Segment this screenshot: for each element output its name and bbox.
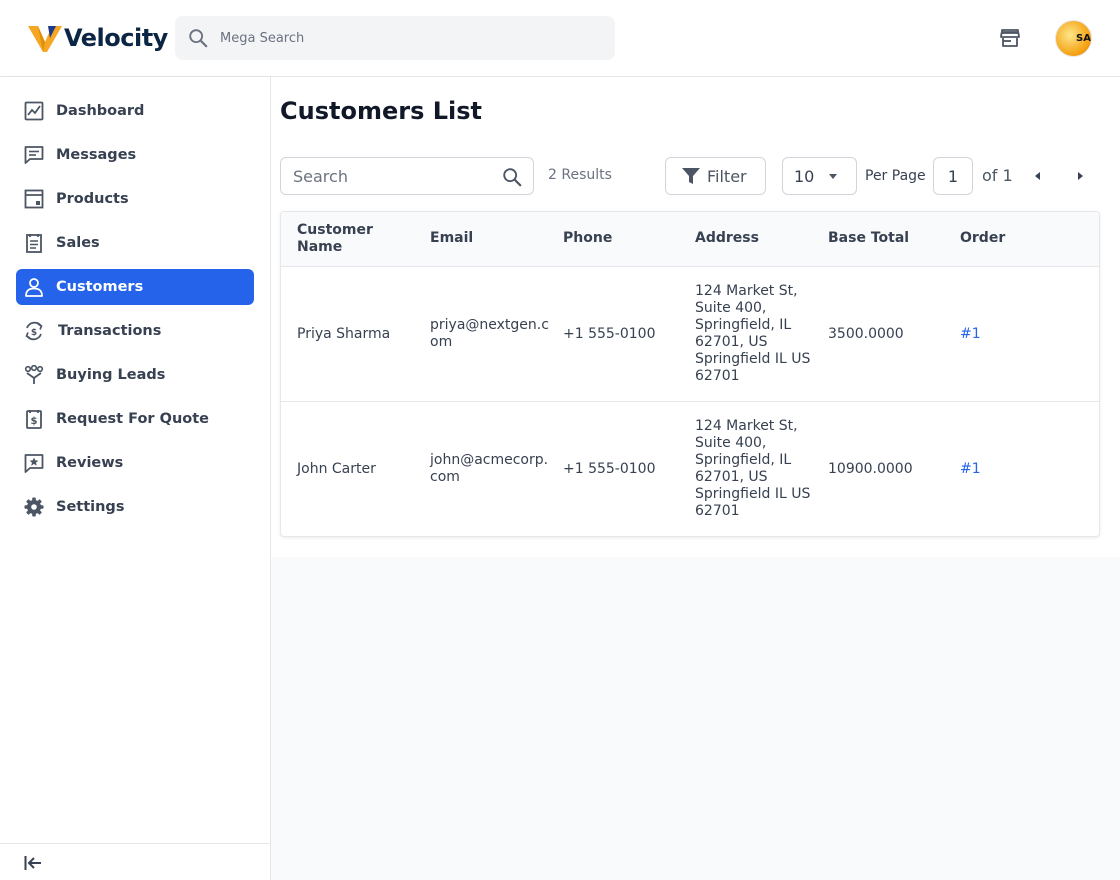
mega-search-bar[interactable] [175, 16, 615, 60]
message-icon [23, 144, 45, 166]
chevron-down-icon [829, 174, 837, 179]
sidebar-item-label: Sales [56, 235, 100, 251]
top-header: Velocity SAI [0, 0, 1120, 77]
user-avatar[interactable]: SAI [1055, 20, 1092, 57]
sidebar-item-customers[interactable]: Customers [16, 269, 254, 305]
sidebar-item-reviews[interactable]: Reviews [16, 445, 254, 481]
sidebar-item-label: Products [56, 191, 129, 207]
user-icon [23, 276, 45, 298]
brand-name: Velocity [64, 24, 168, 52]
table-search-input[interactable] [293, 158, 493, 194]
sidebar-item-messages[interactable]: Messages [16, 137, 254, 173]
svg-text:$: $ [31, 328, 37, 338]
sidebar-item-settings[interactable]: Settings [16, 489, 254, 525]
table-row[interactable]: John Carter john@acmecorp.com +1 555-010… [281, 402, 1099, 536]
customer-phone: +1 555-0100 [563, 326, 656, 342]
leads-icon [23, 364, 45, 386]
next-page-button[interactable] [1072, 165, 1088, 187]
mega-search-input[interactable] [220, 16, 600, 60]
customer-phone: +1 555-0100 [563, 461, 656, 477]
sales-icon [23, 232, 45, 254]
caret-left-icon [1035, 172, 1040, 180]
base-total: 3500.0000 [828, 326, 904, 342]
column-header-customer-name[interactable]: Customer Name [297, 222, 417, 256]
customers-panel: Customers List 2 Results Filter 10 Per P… [271, 77, 1120, 557]
sidebar-footer [0, 843, 270, 880]
sidebar-item-buying-leads[interactable]: Buying Leads [16, 357, 254, 393]
customer-address: 124 Market St, Suite 400, Springfield, I… [695, 283, 811, 384]
column-header-phone[interactable]: Phone [563, 230, 683, 247]
sidebar-item-label: Request For Quote [56, 411, 210, 427]
sidebar-item-label: Dashboard [56, 103, 145, 119]
sidebar-item-label: Transactions [58, 323, 162, 339]
sidebar-item-request-for-quote[interactable]: $ Request For Quote [16, 401, 254, 437]
customer-name: John Carter [297, 461, 376, 477]
review-icon [23, 452, 45, 474]
per-page-label: Per Page [865, 168, 926, 184]
avatar-text: SAI [1076, 33, 1091, 44]
sidebar-item-products[interactable]: Products [16, 181, 254, 217]
sidebar-item-transactions[interactable]: $ Transactions [16, 313, 254, 349]
sidebar-item-label: Reviews [56, 455, 124, 471]
page-title: Customers List [280, 97, 482, 125]
page-number-input[interactable] [933, 157, 973, 195]
customer-name: Priya Sharma [297, 326, 391, 342]
order-link[interactable]: #1 [960, 326, 1080, 343]
base-total: 10900.0000 [828, 461, 913, 477]
filter-button[interactable]: Filter [665, 157, 766, 195]
per-page-value: 10 [794, 167, 815, 186]
sidebar: Dashboard Messages Products Sales Custom… [0, 77, 271, 880]
sidebar-item-sales[interactable]: Sales [16, 225, 254, 261]
customer-address: 124 Market St, Suite 400, Springfield, I… [695, 418, 811, 519]
sidebar-item-dashboard[interactable]: Dashboard [16, 93, 254, 129]
caret-right-icon [1078, 172, 1083, 180]
main-content: Customers List 2 Results Filter 10 Per P… [271, 77, 1120, 880]
filter-label: Filter [707, 166, 747, 186]
collapse-sidebar-icon[interactable] [23, 853, 43, 873]
column-header-email[interactable]: Email [430, 230, 555, 247]
brand-logo[interactable]: Velocity [28, 22, 168, 54]
page-total: of 1 [982, 166, 1013, 185]
sidebar-item-label: Settings [56, 499, 125, 515]
table-header: Customer Name Email Phone Address Base T… [281, 212, 1099, 267]
search-icon[interactable] [501, 166, 523, 188]
per-page-select[interactable]: 10 [782, 157, 857, 195]
customer-email: priya@nextgen.com [430, 317, 549, 350]
quote-icon: $ [23, 408, 45, 430]
column-header-address[interactable]: Address [695, 230, 820, 247]
velocity-logo-icon [28, 26, 62, 52]
transactions-icon: $ [23, 320, 45, 342]
svg-text:$: $ [31, 416, 38, 427]
search-icon [189, 29, 208, 48]
sidebar-item-label: Buying Leads [56, 367, 166, 383]
table-search[interactable] [280, 157, 534, 195]
filter-icon [682, 168, 700, 184]
results-count: 2 Results [548, 167, 612, 183]
column-header-order[interactable]: Order [960, 230, 1080, 247]
table-row[interactable]: Priya Sharma priya@nextgen.com +1 555-01… [281, 267, 1099, 402]
sidebar-item-label: Messages [56, 147, 137, 163]
prev-page-button[interactable] [1031, 165, 1047, 187]
customers-table: Customer Name Email Phone Address Base T… [280, 211, 1100, 537]
products-icon [23, 188, 45, 210]
store-icon[interactable] [998, 26, 1022, 50]
order-link[interactable]: #1 [960, 461, 1080, 478]
customer-email: john@acmecorp.com [430, 452, 549, 485]
column-header-base-total[interactable]: Base Total [828, 230, 948, 247]
gear-icon [23, 496, 45, 518]
sidebar-item-label: Customers [56, 279, 144, 295]
chart-icon [23, 100, 45, 122]
